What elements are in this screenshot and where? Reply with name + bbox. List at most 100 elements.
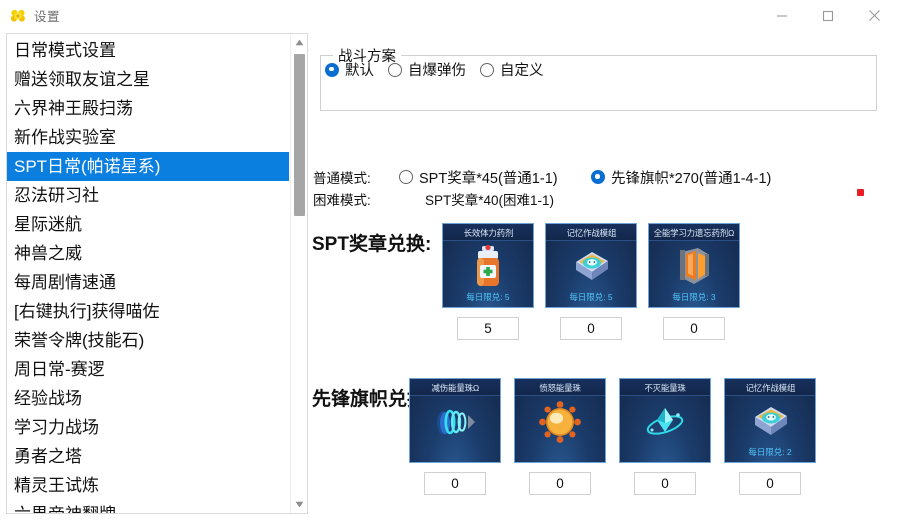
radio-mark — [591, 170, 605, 184]
list-scrollbar[interactable] — [290, 34, 307, 513]
radio-mark — [388, 62, 402, 77]
normal-mode-label: 普通模式: — [313, 171, 371, 186]
sidebar-item[interactable]: 六界神王殿扫荡 — [7, 94, 289, 123]
battle-plan-option-label: 默认 — [345, 63, 374, 79]
battle-plan-option[interactable]: 默认 — [325, 59, 374, 80]
chevron-up-icon[interactable] — [291, 34, 307, 51]
sidebar-item[interactable]: 荣誉令牌(技能石) — [7, 326, 289, 355]
orange-orb-icon — [515, 397, 605, 447]
exchange-card-column: 愤怒能量珠 0 — [514, 378, 606, 495]
window-title: 设置 — [34, 10, 61, 24]
exchange-card[interactable]: 愤怒能量珠 — [514, 378, 606, 463]
maximize-button[interactable] — [805, 0, 851, 31]
exchange-quantity-input[interactable]: 0 — [739, 472, 801, 495]
exchange-quantity-input[interactable]: 5 — [457, 317, 519, 340]
title-bar: 设置 — [0, 0, 897, 31]
battle-plan-option-label: 自定义 — [500, 63, 544, 79]
sidebar-item[interactable]: 星际迷航 — [7, 210, 289, 239]
exchange-quantity-input[interactable]: 0 — [424, 472, 486, 495]
exchange-card[interactable]: 记忆作战模组 每日限兑: 2 — [724, 378, 816, 463]
orange-canister-icon — [649, 242, 739, 292]
exchange-card-title: 全能学习力遗忘药剂Ω — [649, 224, 739, 241]
exchange-card-column: 减伤能量珠Ω 0 — [409, 378, 501, 495]
exchange-card-limit: 每日限兑: 2 — [748, 447, 792, 457]
normal-mode-row: 普通模式: SPT奖章*45(普通1-1) 先锋旗帜*270(普通1-4-1) — [312, 166, 897, 188]
memory-module-icon — [725, 397, 815, 447]
exchange-card-title-label: 不灭能量珠 — [644, 382, 686, 393]
battle-plan-option[interactable]: 自定义 — [480, 59, 544, 80]
settings-list-items: 日常模式设置 赠送领取友谊之星 六界神王殿扫荡 新作战实验室 SPT日常(帕诺星系) 忍法… — [7, 36, 289, 513]
detail-panel: 战斗方案 默认 自爆弹伤 自定义 普通模式: SPT奖章*45(普通1-1) 先锋旗… — [312, 33, 897, 522]
hard-mode-label: 困难模式: — [313, 193, 371, 208]
sidebar-item[interactable]: 勇者之塔 — [7, 442, 289, 471]
sidebar-item[interactable]: 周日常-赛逻 — [7, 355, 289, 384]
sidebar-item[interactable]: 六界帝神翻牌 — [7, 500, 289, 513]
exchange-card-title: 记忆作战模组 — [725, 379, 815, 396]
mode-rows: 普通模式: SPT奖章*45(普通1-1) 先锋旗帜*270(普通1-4-1) … — [312, 166, 897, 210]
sidebar-item[interactable]: 神兽之威 — [7, 239, 289, 268]
normal-mode-option-spt[interactable]: SPT奖章*45(普通1-1) — [399, 167, 558, 188]
exchange-card[interactable]: 长效体力药剂 每日限兑: 5 — [442, 223, 534, 308]
blue-spiral-bead-icon — [410, 397, 500, 447]
exchange-card-title-label: 长效体力药剂 — [463, 227, 513, 238]
exchange-card[interactable]: 减伤能量珠Ω — [409, 378, 501, 463]
memory-module-icon — [546, 242, 636, 292]
hard-mode-value: SPT奖章*40(困难1-1) — [425, 193, 555, 208]
sidebar-item[interactable]: 学习力战场 — [7, 413, 289, 442]
cyan-crystal-icon — [620, 397, 710, 447]
radio-mark — [399, 170, 413, 184]
scrollbar-thumb[interactable] — [294, 54, 305, 216]
exchange-card-column: 记忆作战模组 每日限兑: 5 0 — [545, 223, 637, 340]
hard-mode-row: 困难模式: SPT奖章*40(困难1-1) — [312, 188, 897, 210]
sidebar-item[interactable]: 经验战场 — [7, 384, 289, 413]
flag-exchange-cards: 减伤能量珠Ω 0 愤怒能量珠 0 不灭能量珠 0 记忆作战模组 每日限兑: 2 0 — [409, 378, 816, 495]
normal-mode-option-spt-label: SPT奖章*45(普通1-1) — [419, 170, 558, 187]
sidebar-item[interactable]: 忍法研习社 — [7, 181, 289, 210]
close-button[interactable] — [851, 0, 897, 31]
exchange-quantity-input[interactable]: 0 — [560, 317, 622, 340]
normal-mode-option-flag[interactable]: 先锋旗帜*270(普通1-4-1) — [591, 167, 771, 188]
potion-bottle-icon — [443, 242, 533, 292]
exchange-card-title: 不灭能量珠 — [620, 379, 710, 396]
exchange-card-title-label: 记忆作战模组 — [745, 382, 795, 393]
exchange-quantity-input[interactable]: 0 — [634, 472, 696, 495]
exchange-card-title-label: 全能学习力遗忘药剂Ω — [653, 227, 735, 238]
sidebar-item[interactable]: SPT日常(帕诺星系) — [7, 152, 289, 181]
sidebar-item[interactable]: 新作战实验室 — [7, 123, 289, 152]
window-controls — [759, 0, 897, 31]
battle-plan-option[interactable]: 自爆弹伤 — [388, 59, 466, 80]
spt-exchange-cards: 长效体力药剂 每日限兑: 5 5 记忆作战模组 每日限兑: 5 0 全能学习力遗忘药剂Ω 每日… — [442, 223, 740, 340]
radio-mark — [480, 62, 494, 77]
alert-dot — [857, 189, 864, 196]
exchange-card-title: 减伤能量珠Ω — [410, 379, 500, 396]
chevron-down-icon[interactable] — [291, 496, 307, 513]
battle-plan-option-label: 自爆弹伤 — [408, 63, 466, 79]
settings-list[interactable]: 日常模式设置 赠送领取友谊之星 六界神王殿扫荡 新作战实验室 SPT日常(帕诺星系) 忍法… — [6, 33, 308, 514]
exchange-card-column: 全能学习力遗忘药剂Ω 每日限兑: 3 0 — [648, 223, 740, 340]
sidebar-item[interactable]: [右键执行]获得喵佐 — [7, 297, 289, 326]
exchange-card-title: 长效体力药剂 — [443, 224, 533, 241]
exchange-card-title: 记忆作战模组 — [546, 224, 636, 241]
flower-icon — [10, 8, 26, 24]
exchange-card-column: 记忆作战模组 每日限兑: 2 0 — [724, 378, 816, 495]
exchange-card-limit: 每日限兑: 5 — [569, 292, 613, 302]
exchange-quantity-input[interactable]: 0 — [529, 472, 591, 495]
exchange-card-title-label: 减伤能量珠Ω — [431, 382, 479, 393]
exchange-card-limit: 每日限兑: 5 — [466, 292, 510, 302]
exchange-card[interactable]: 不灭能量珠 — [619, 378, 711, 463]
exchange-card-title-label: 记忆作战模组 — [566, 227, 616, 238]
sidebar-item[interactable]: 精灵王试炼 — [7, 471, 289, 500]
minimize-button[interactable] — [759, 0, 805, 31]
exchange-card[interactable]: 全能学习力遗忘药剂Ω 每日限兑: 3 — [648, 223, 740, 308]
sidebar-item[interactable]: 每周剧情速通 — [7, 268, 289, 297]
exchange-quantity-input[interactable]: 0 — [663, 317, 725, 340]
exchange-card[interactable]: 记忆作战模组 每日限兑: 5 — [545, 223, 637, 308]
sidebar-item[interactable]: 赠送领取友谊之星 — [7, 65, 289, 94]
normal-mode-option-flag-label: 先锋旗帜*270(普通1-4-1) — [611, 170, 772, 187]
battle-plan-options: 默认 自爆弹伤 自定义 — [325, 59, 544, 80]
sidebar-item[interactable]: 日常模式设置 — [7, 36, 289, 65]
exchange-card-title-label: 愤怒能量珠 — [539, 382, 581, 393]
spt-exchange-title: SPT奖章兑换: — [312, 234, 432, 255]
exchange-card-limit: 每日限兑: 3 — [672, 292, 716, 302]
exchange-card-column: 不灭能量珠 0 — [619, 378, 711, 495]
